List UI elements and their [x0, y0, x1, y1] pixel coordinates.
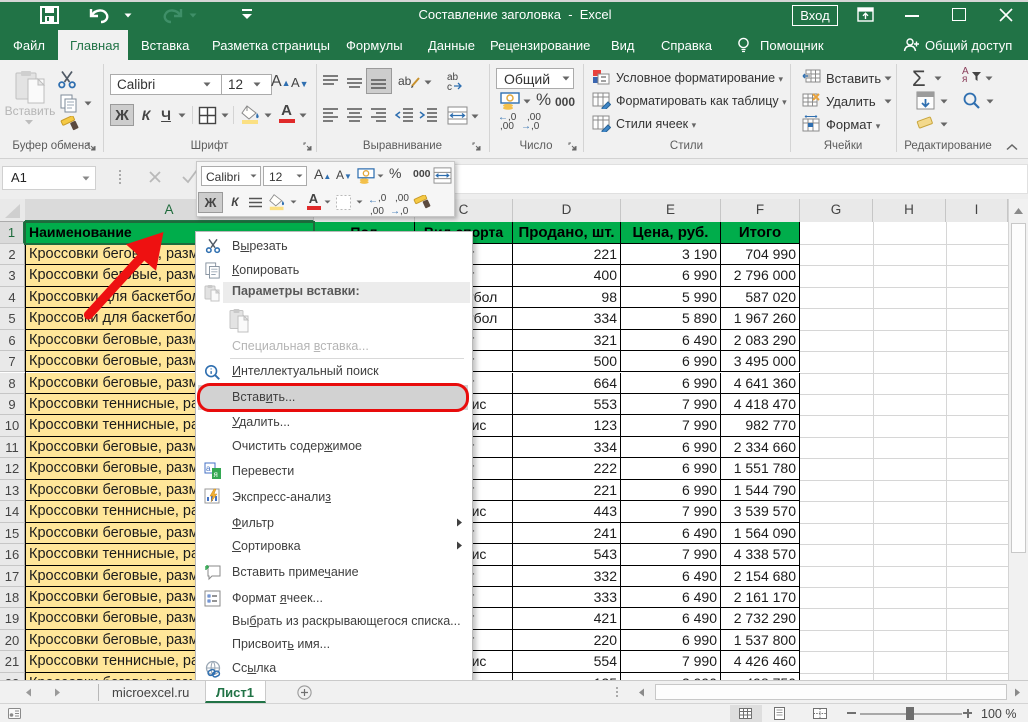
svg-text:c: c	[447, 82, 452, 93]
svg-text:я: я	[214, 470, 218, 479]
svg-text:ab: ab	[398, 74, 412, 88]
svg-text:а: а	[206, 464, 211, 473]
